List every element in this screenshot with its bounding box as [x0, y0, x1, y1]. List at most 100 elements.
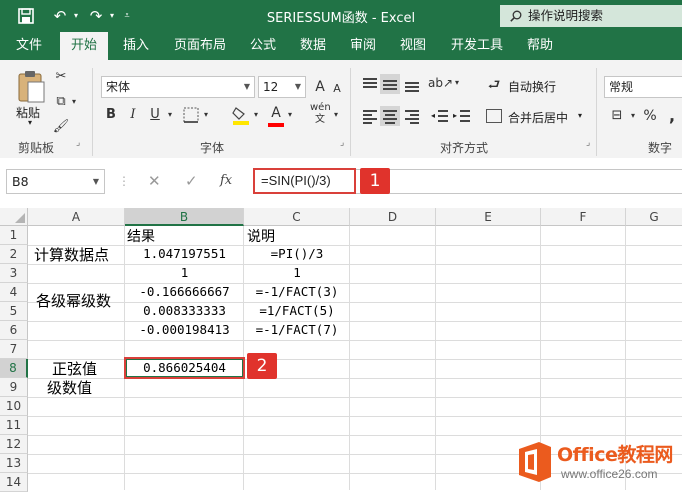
- row-header-14[interactable]: 14: [0, 473, 28, 492]
- copy-icon[interactable]: ⧉: [52, 91, 70, 113]
- row-header-7[interactable]: 7: [0, 340, 28, 359]
- align-middle-icon[interactable]: [380, 74, 400, 94]
- tab-insert[interactable]: 插入: [114, 32, 158, 60]
- formula-text[interactable]: =SIN(PI()/3): [253, 168, 356, 194]
- column-header-e[interactable]: E: [436, 208, 541, 226]
- cell-c2[interactable]: =PI()/3: [244, 246, 350, 261]
- row-header-3[interactable]: 3: [0, 264, 28, 283]
- align-bottom-icon[interactable]: [402, 74, 422, 94]
- cell-c5[interactable]: =1/FACT(5): [244, 303, 350, 318]
- orientation-icon[interactable]: ab↗: [428, 72, 453, 94]
- borders-dropdown-icon[interactable]: ▾: [201, 104, 211, 126]
- row-header-8[interactable]: 8: [0, 359, 28, 378]
- row-header-1[interactable]: 1: [0, 226, 28, 245]
- underline-dropdown-icon[interactable]: ▾: [165, 104, 175, 126]
- cell-b2[interactable]: 1.047197551: [125, 246, 244, 261]
- fill-color-dropdown-icon[interactable]: ▾: [251, 104, 261, 126]
- bold-button[interactable]: B: [103, 104, 119, 126]
- column-header-b[interactable]: B: [125, 208, 244, 226]
- comma-style-icon[interactable]: ,: [662, 105, 682, 127]
- column-header-a[interactable]: A: [28, 208, 125, 226]
- font-name-select[interactable]: 宋体 ▼: [101, 76, 255, 98]
- orientation-dropdown-icon[interactable]: ▾: [452, 72, 462, 94]
- cell-c3[interactable]: 1: [244, 265, 350, 280]
- row-header-4[interactable]: 4: [0, 283, 28, 302]
- cell-b5[interactable]: 0.008333333: [125, 303, 244, 318]
- align-top-icon[interactable]: [360, 74, 380, 94]
- column-header-f[interactable]: F: [541, 208, 626, 226]
- column-header-d[interactable]: D: [350, 208, 436, 226]
- phonetic-dropdown-icon[interactable]: ▾: [331, 104, 341, 126]
- column-header-c[interactable]: C: [244, 208, 350, 226]
- cancel-icon[interactable]: ✕: [148, 172, 161, 190]
- font-size-select[interactable]: 12 ▼: [258, 76, 306, 98]
- tab-developer[interactable]: 开发工具: [444, 32, 510, 60]
- percent-button[interactable]: %: [640, 105, 660, 127]
- cell-c1[interactable]: 说明: [247, 226, 275, 246]
- cell-a2[interactable]: 计算数据点: [34, 244, 109, 265]
- cell-c4[interactable]: =-1/FACT(3): [244, 284, 350, 299]
- increase-indent-icon[interactable]: ▸: [452, 106, 472, 126]
- search-input[interactable]: 操作说明搜索: [500, 5, 682, 27]
- align-right-icon[interactable]: [402, 106, 422, 126]
- row-header-2[interactable]: 2: [0, 245, 28, 264]
- clipboard-launcher-icon[interactable]: ⌟: [76, 138, 80, 148]
- row-header-5[interactable]: 5: [0, 302, 28, 321]
- row-header-6[interactable]: 6: [0, 321, 28, 340]
- copy-dropdown-icon[interactable]: ▾: [69, 91, 79, 113]
- underline-button[interactable]: U: [147, 104, 163, 126]
- cell-b4[interactable]: -0.166666667: [125, 284, 244, 299]
- paste-dropdown-icon[interactable]: ▾: [28, 118, 32, 127]
- column-header-g[interactable]: G: [626, 208, 682, 226]
- phonetic-icon[interactable]: wén 文: [310, 102, 331, 125]
- name-box[interactable]: B8 ▼: [6, 169, 105, 194]
- row-header-13[interactable]: 13: [0, 454, 28, 473]
- row-header-11[interactable]: 11: [0, 416, 28, 435]
- row-header-9[interactable]: 9: [0, 378, 28, 397]
- decrease-font-icon[interactable]: A: [330, 78, 344, 100]
- accounting-dropdown-icon[interactable]: ▾: [628, 105, 638, 127]
- decrease-indent-icon[interactable]: ◂: [430, 106, 450, 126]
- cell-b8[interactable]: 0.866025404: [125, 360, 244, 375]
- row-header-12[interactable]: 12: [0, 435, 28, 454]
- merge-center-button[interactable]: 合并后居中: [508, 109, 568, 126]
- accounting-format-icon[interactable]: ⊟: [606, 105, 628, 127]
- italic-button[interactable]: I: [125, 104, 141, 126]
- tab-formulas[interactable]: 公式: [242, 32, 284, 60]
- paste-icon[interactable]: [14, 68, 48, 108]
- cell-c6[interactable]: =-1/FACT(7): [244, 322, 350, 337]
- font-launcher-icon[interactable]: ⌟: [340, 138, 344, 148]
- tab-home[interactable]: 开始: [60, 32, 108, 60]
- increase-font-icon[interactable]: A: [312, 76, 328, 98]
- font-color-icon[interactable]: A: [268, 102, 284, 124]
- font-color-dropdown-icon[interactable]: ▾: [285, 104, 295, 126]
- tab-help[interactable]: 帮助: [518, 32, 562, 60]
- cell-b3[interactable]: 1: [125, 265, 244, 280]
- tab-view[interactable]: 视图: [392, 32, 434, 60]
- number-format-select[interactable]: 常规: [604, 76, 682, 98]
- cell-a8[interactable]: 正弦值: [52, 358, 97, 379]
- select-all-button[interactable]: [0, 208, 28, 226]
- cell-b1[interactable]: 结果: [127, 226, 155, 246]
- align-center-icon[interactable]: [380, 106, 400, 126]
- merge-dropdown-icon[interactable]: ▾: [578, 111, 582, 120]
- tab-file[interactable]: 文件: [6, 32, 52, 60]
- insert-function-button[interactable]: fx: [220, 173, 232, 188]
- wrap-text-button[interactable]: 自动换行: [508, 78, 556, 95]
- tab-page-layout[interactable]: 页面布局: [164, 32, 236, 60]
- enter-icon[interactable]: ✓: [185, 172, 198, 190]
- cut-icon[interactable]: ✂: [52, 66, 70, 88]
- row-header-10[interactable]: 10: [0, 397, 28, 416]
- cell-a9[interactable]: 级数值: [47, 377, 92, 398]
- align-left-icon[interactable]: [360, 106, 380, 126]
- format-painter-icon[interactable]: 🖌: [52, 116, 70, 138]
- cell-a4[interactable]: 各级幂级数: [36, 290, 111, 311]
- cell-b6[interactable]: -0.000198413: [125, 322, 244, 337]
- borders-icon[interactable]: [183, 107, 199, 123]
- fill-color-icon[interactable]: [232, 104, 250, 126]
- tab-review[interactable]: 审阅: [342, 32, 384, 60]
- merge-center-icon[interactable]: [486, 109, 502, 123]
- wrap-text-icon[interactable]: ⮐: [484, 74, 504, 96]
- alignment-launcher-icon[interactable]: ⌟: [586, 138, 590, 148]
- tab-data[interactable]: 数据: [292, 32, 334, 60]
